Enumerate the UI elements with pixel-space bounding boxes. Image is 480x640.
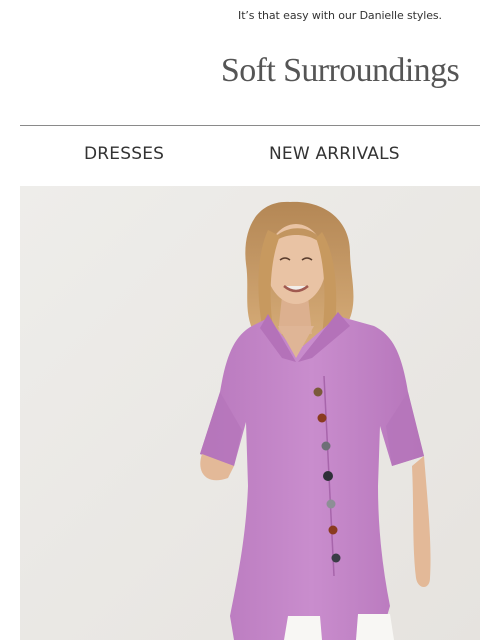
hero-image[interactable] (20, 186, 480, 640)
nav-link-dresses[interactable]: DRESSES (84, 144, 164, 164)
brand-logo[interactable]: Soft Surroundings (200, 52, 480, 90)
header-divider (20, 125, 480, 126)
main-nav: DRESSES NEW ARRIVALS (20, 144, 480, 170)
preheader-text: It’s that easy with our Danielle styles. (238, 9, 442, 22)
hero-photo (20, 186, 480, 640)
nav-link-new-arrivals[interactable]: NEW ARRIVALS (269, 144, 400, 164)
